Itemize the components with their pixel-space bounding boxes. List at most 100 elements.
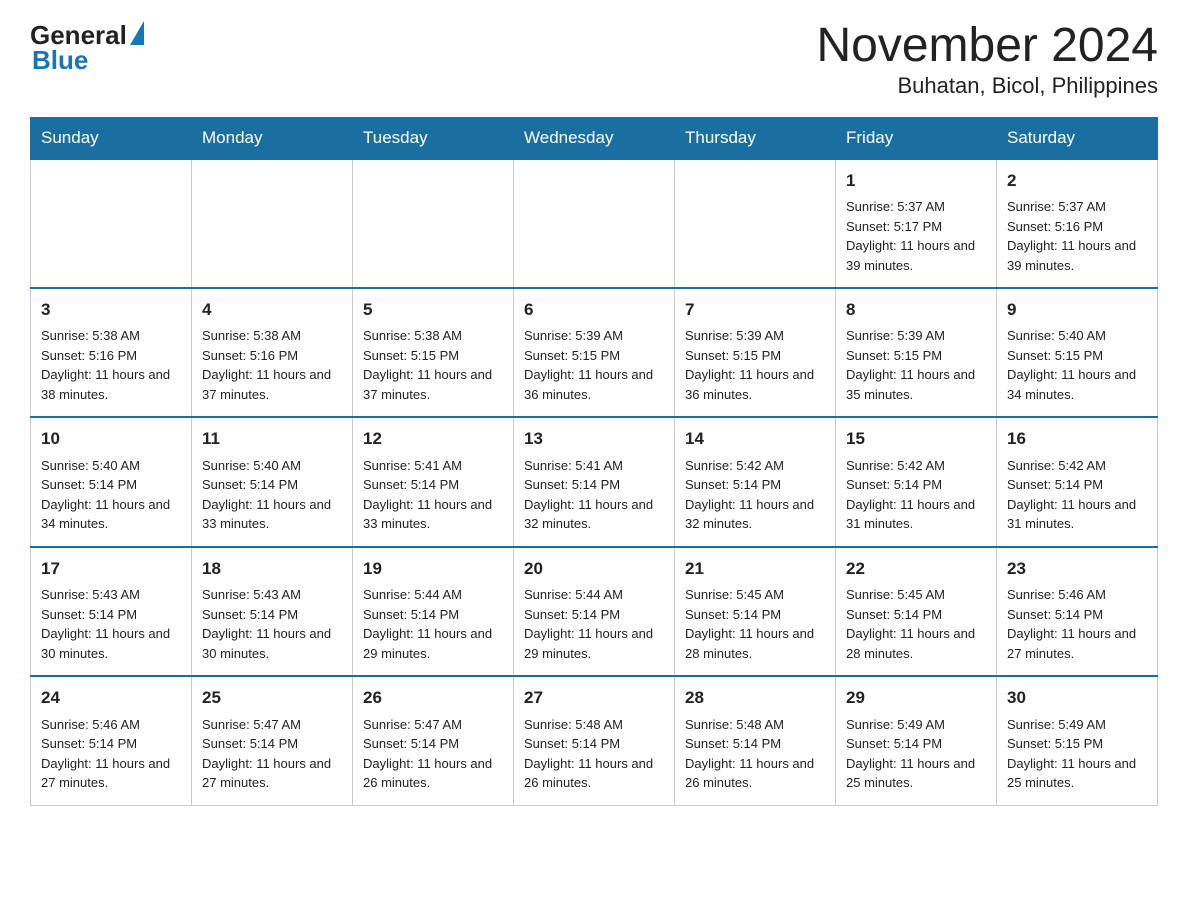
logo: General Blue <box>30 20 144 76</box>
day-number: 17 <box>41 556 181 582</box>
day-number: 12 <box>363 426 503 452</box>
day-info: Sunrise: 5:38 AMSunset: 5:15 PMDaylight:… <box>363 326 503 404</box>
week-row-5: 24Sunrise: 5:46 AMSunset: 5:14 PMDayligh… <box>31 676 1158 805</box>
day-info: Sunrise: 5:44 AMSunset: 5:14 PMDaylight:… <box>363 585 503 663</box>
calendar-cell: 2 Sunrise: 5:37 AMSunset: 5:16 PMDaylight… <box>997 159 1158 288</box>
day-info: Sunrise: 5:37 AMSunset: 5:17 PMDaylight:… <box>846 197 986 275</box>
day-number: 18 <box>202 556 342 582</box>
calendar-cell: 20Sunrise: 5:44 AMSunset: 5:14 PMDayligh… <box>514 547 675 676</box>
calendar-cell: 9 Sunrise: 5:40 AMSunset: 5:15 PMDaylight… <box>997 288 1158 417</box>
day-info: Sunrise: 5:41 AMSunset: 5:14 PMDaylight:… <box>363 456 503 534</box>
day-number: 11 <box>202 426 342 452</box>
calendar-cell: 25Sunrise: 5:47 AMSunset: 5:14 PMDayligh… <box>192 676 353 805</box>
day-info: Sunrise: 5:39 AMSunset: 5:15 PMDaylight:… <box>846 326 986 404</box>
day-number: 26 <box>363 685 503 711</box>
day-info: Sunrise: 5:46 AMSunset: 5:14 PMDaylight:… <box>41 715 181 793</box>
calendar-cell: 1 Sunrise: 5:37 AMSunset: 5:17 PMDaylight… <box>836 159 997 288</box>
day-number: 28 <box>685 685 825 711</box>
calendar-cell: 15 Sunrise: 5:42 AMSunset: 5:14 PMDayligh… <box>836 417 997 546</box>
calendar-cell: 16Sunrise: 5:42 AMSunset: 5:14 PMDayligh… <box>997 417 1158 546</box>
calendar-cell: 8 Sunrise: 5:39 AMSunset: 5:15 PMDaylight… <box>836 288 997 417</box>
day-number: 23 <box>1007 556 1147 582</box>
calendar-cell: 5 Sunrise: 5:38 AMSunset: 5:15 PMDaylight… <box>353 288 514 417</box>
day-number: 6 <box>524 297 664 323</box>
col-friday: Friday <box>836 117 997 159</box>
calendar-cell: 10 Sunrise: 5:40 AMSunset: 5:14 PMDayligh… <box>31 417 192 546</box>
col-sunday: Sunday <box>31 117 192 159</box>
day-number: 9 <box>1007 297 1147 323</box>
day-number: 21 <box>685 556 825 582</box>
logo-blue-text: Blue <box>32 45 144 76</box>
day-info: Sunrise: 5:41 AMSunset: 5:14 PMDaylight:… <box>524 456 664 534</box>
calendar-cell: 24Sunrise: 5:46 AMSunset: 5:14 PMDayligh… <box>31 676 192 805</box>
calendar-cell <box>675 159 836 288</box>
day-info: Sunrise: 5:40 AMSunset: 5:14 PMDaylight:… <box>202 456 342 534</box>
day-info: Sunrise: 5:38 AMSunset: 5:16 PMDaylight:… <box>202 326 342 404</box>
col-wednesday: Wednesday <box>514 117 675 159</box>
calendar-cell: 28 Sunrise: 5:48 AMSunset: 5:14 PMDayligh… <box>675 676 836 805</box>
day-info: Sunrise: 5:43 AMSunset: 5:14 PMDaylight:… <box>41 585 181 663</box>
calendar-cell: 23 Sunrise: 5:46 AMSunset: 5:14 PMDayligh… <box>997 547 1158 676</box>
day-info: Sunrise: 5:43 AMSunset: 5:14 PMDaylight:… <box>202 585 342 663</box>
calendar-cell: 26 Sunrise: 5:47 AMSunset: 5:14 PMDayligh… <box>353 676 514 805</box>
calendar-cell: 12 Sunrise: 5:41 AMSunset: 5:14 PMDayligh… <box>353 417 514 546</box>
day-info: Sunrise: 5:40 AMSunset: 5:14 PMDaylight:… <box>41 456 181 534</box>
calendar-cell: 21 Sunrise: 5:45 AMSunset: 5:14 PMDayligh… <box>675 547 836 676</box>
day-info: Sunrise: 5:48 AMSunset: 5:14 PMDaylight:… <box>524 715 664 793</box>
week-row-1: 1 Sunrise: 5:37 AMSunset: 5:17 PMDaylight… <box>31 159 1158 288</box>
calendar-cell: 7 Sunrise: 5:39 AMSunset: 5:15 PMDaylight… <box>675 288 836 417</box>
title-block: November 2024 Buhatan, Bicol, Philippine… <box>816 20 1158 99</box>
day-number: 3 <box>41 297 181 323</box>
day-info: Sunrise: 5:47 AMSunset: 5:14 PMDaylight:… <box>363 715 503 793</box>
day-number: 27 <box>524 685 664 711</box>
day-number: 10 <box>41 426 181 452</box>
day-number: 13 <box>524 426 664 452</box>
day-info: Sunrise: 5:42 AMSunset: 5:14 PMDaylight:… <box>1007 456 1147 534</box>
calendar-cell: 17 Sunrise: 5:43 AMSunset: 5:14 PMDayligh… <box>31 547 192 676</box>
calendar-table: Sunday Monday Tuesday Wednesday Thursday… <box>30 117 1158 806</box>
calendar-cell: 13 Sunrise: 5:41 AMSunset: 5:14 PMDayligh… <box>514 417 675 546</box>
day-number: 19 <box>363 556 503 582</box>
col-tuesday: Tuesday <box>353 117 514 159</box>
day-info: Sunrise: 5:46 AMSunset: 5:14 PMDaylight:… <box>1007 585 1147 663</box>
day-info: Sunrise: 5:37 AMSunset: 5:16 PMDaylight:… <box>1007 197 1147 275</box>
calendar-cell: 11 Sunrise: 5:40 AMSunset: 5:14 PMDayligh… <box>192 417 353 546</box>
day-number: 20 <box>524 556 664 582</box>
day-number: 14 <box>685 426 825 452</box>
day-number: 8 <box>846 297 986 323</box>
header: General Blue November 2024 Buhatan, Bico… <box>30 20 1158 99</box>
calendar-cell: 18 Sunrise: 5:43 AMSunset: 5:14 PMDayligh… <box>192 547 353 676</box>
col-thursday: Thursday <box>675 117 836 159</box>
day-info: Sunrise: 5:42 AMSunset: 5:14 PMDaylight:… <box>846 456 986 534</box>
day-number: 15 <box>846 426 986 452</box>
week-row-3: 10 Sunrise: 5:40 AMSunset: 5:14 PMDayligh… <box>31 417 1158 546</box>
day-info: Sunrise: 5:40 AMSunset: 5:15 PMDaylight:… <box>1007 326 1147 404</box>
calendar-cell: 27 Sunrise: 5:48 AMSunset: 5:14 PMDayligh… <box>514 676 675 805</box>
day-info: Sunrise: 5:39 AMSunset: 5:15 PMDaylight:… <box>524 326 664 404</box>
calendar-cell: 14Sunrise: 5:42 AMSunset: 5:14 PMDayligh… <box>675 417 836 546</box>
day-number: 1 <box>846 168 986 194</box>
calendar-header-row: Sunday Monday Tuesday Wednesday Thursday… <box>31 117 1158 159</box>
calendar-cell <box>192 159 353 288</box>
day-number: 22 <box>846 556 986 582</box>
day-info: Sunrise: 5:48 AMSunset: 5:14 PMDaylight:… <box>685 715 825 793</box>
col-monday: Monday <box>192 117 353 159</box>
day-number: 7 <box>685 297 825 323</box>
calendar-cell: 19 Sunrise: 5:44 AMSunset: 5:14 PMDayligh… <box>353 547 514 676</box>
calendar-cell: 29Sunrise: 5:49 AMSunset: 5:14 PMDayligh… <box>836 676 997 805</box>
calendar-cell: 4Sunrise: 5:38 AMSunset: 5:16 PMDaylight… <box>192 288 353 417</box>
week-row-2: 3 Sunrise: 5:38 AMSunset: 5:16 PMDaylight… <box>31 288 1158 417</box>
day-info: Sunrise: 5:38 AMSunset: 5:16 PMDaylight:… <box>41 326 181 404</box>
day-number: 5 <box>363 297 503 323</box>
calendar-cell: 30Sunrise: 5:49 AMSunset: 5:15 PMDayligh… <box>997 676 1158 805</box>
day-number: 29 <box>846 685 986 711</box>
page-title: November 2024 <box>816 20 1158 73</box>
logo-triangle-icon <box>130 21 144 45</box>
day-info: Sunrise: 5:45 AMSunset: 5:14 PMDaylight:… <box>685 585 825 663</box>
calendar-cell <box>31 159 192 288</box>
day-number: 2 <box>1007 168 1147 194</box>
calendar-cell: 22Sunrise: 5:45 AMSunset: 5:14 PMDayligh… <box>836 547 997 676</box>
day-info: Sunrise: 5:39 AMSunset: 5:15 PMDaylight:… <box>685 326 825 404</box>
page-subtitle: Buhatan, Bicol, Philippines <box>816 73 1158 99</box>
calendar-cell <box>514 159 675 288</box>
